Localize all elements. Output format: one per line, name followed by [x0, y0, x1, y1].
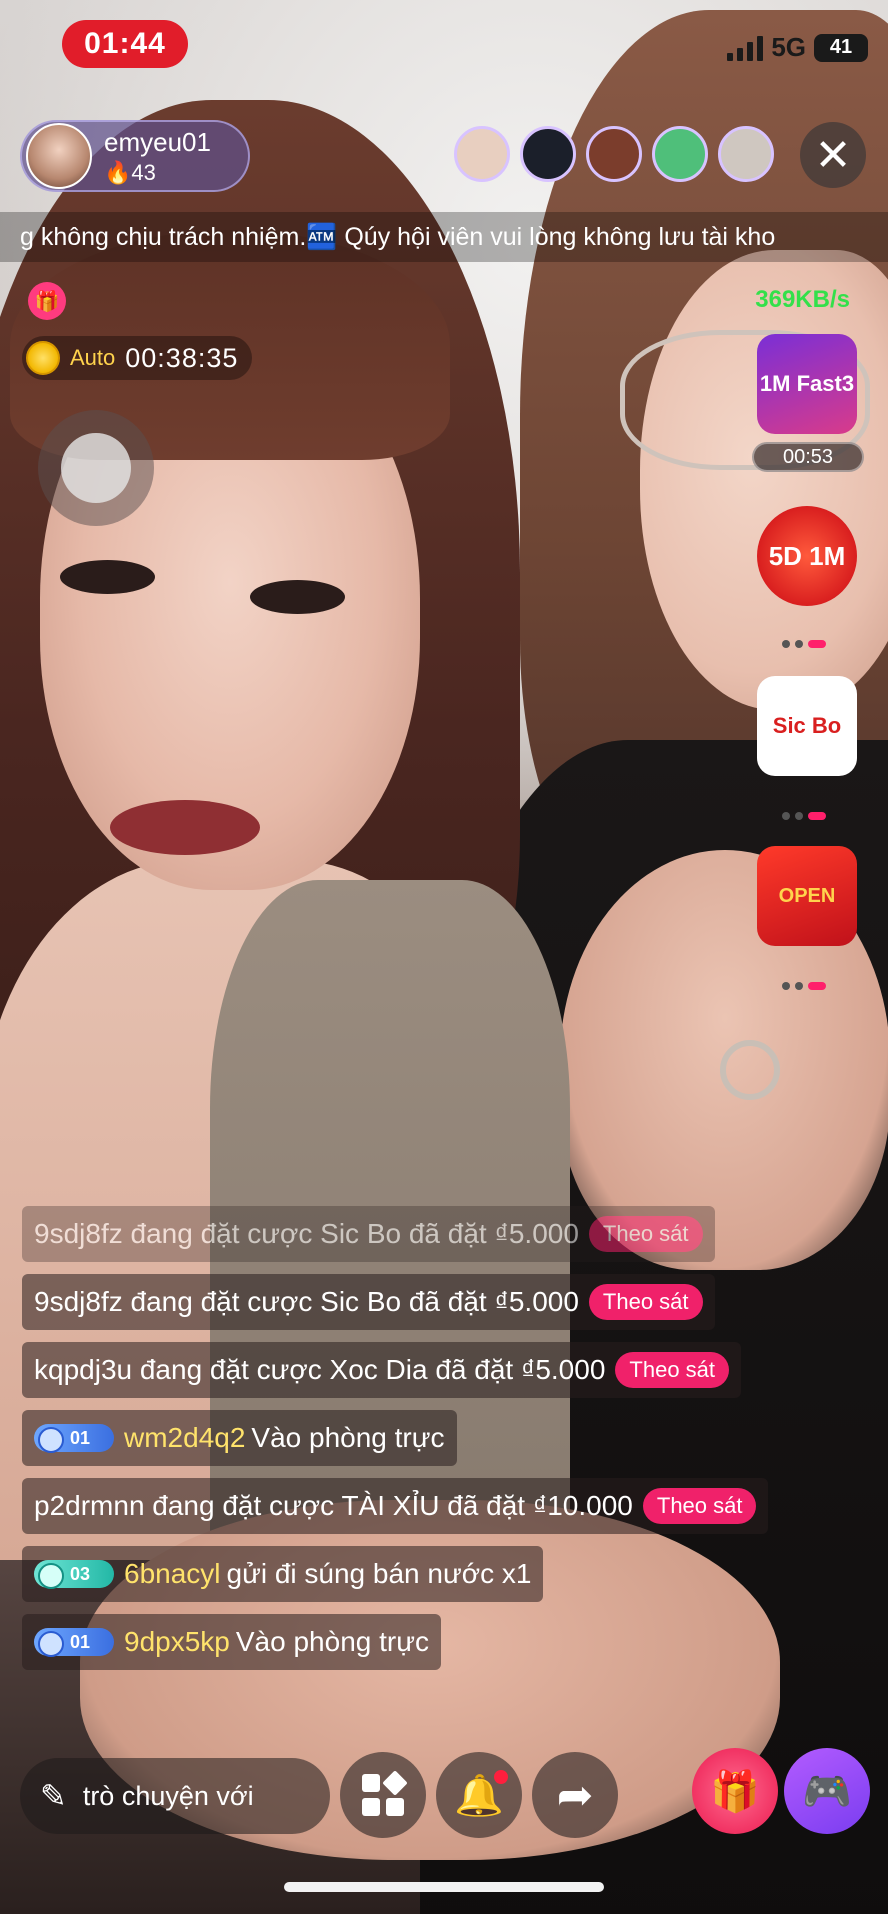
network-speed: 369KB/s [755, 286, 850, 313]
status-indicators: 5G 41 [727, 32, 868, 63]
viewer-avatar[interactable] [454, 126, 510, 182]
chat-message: 9sdj8fz đang đặt cược Sic Bo đã đặt ₫5.0… [22, 1206, 715, 1262]
gift-box-icon[interactable]: 🎁 [28, 282, 66, 320]
bell-icon: 🔔 [454, 1769, 508, 1819]
share-arrow-icon: ➦ [556, 1770, 594, 1820]
level-badge: 03 [34, 1560, 114, 1589]
chat-feed: 9sdj8fz đang đặt cược Sic Bo đã đặt ₫5.0… [22, 1206, 769, 1670]
chat-username[interactable]: 6bnacyl [124, 1558, 221, 1590]
close-button[interactable]: ✕ [800, 122, 866, 188]
chat-text: 9sdj8fz đang đặt cược Sic Bo đã đặt ₫5.0… [34, 1218, 579, 1249]
announcement-marquee: g không chịu trách nhiệm.🏧 Qúy hội viên … [0, 212, 888, 262]
auto-timer[interactable]: Auto 00:38:35 [22, 336, 253, 380]
apps-grid-icon [362, 1770, 408, 1816]
game-fast3[interactable]: 1M Fast3 [757, 334, 857, 434]
viewer-avatar[interactable] [652, 126, 708, 182]
assistive-touch-icon [61, 433, 131, 503]
follow-bet-button[interactable]: Theo sát [615, 1352, 730, 1388]
chat-username[interactable]: 9dpx5kp [124, 1626, 230, 1658]
left-eye [60, 560, 155, 594]
carousel-dots [782, 982, 826, 990]
viewer-avatars [454, 126, 774, 182]
host-avatar[interactable] [26, 123, 92, 189]
carousel-dots [782, 640, 826, 648]
home-indicator[interactable] [284, 1882, 604, 1892]
chat-message: kqpdj3u đang đặt cược Xoc Dia đã đặt ₫5.… [22, 1342, 742, 1398]
auto-label: Auto [70, 345, 116, 370]
share-button[interactable]: ➦ [532, 1752, 618, 1838]
auto-countdown: 00:38:35 [125, 342, 239, 373]
chat-message: 03 6bnacyl gửi đi súng bán nước x1 [22, 1546, 544, 1602]
chat-text: 9sdj8fz đang đặt cược Sic Bo đã đặt ₫5.0… [34, 1286, 579, 1317]
viewer-avatar[interactable] [718, 126, 774, 182]
chat-message: p2drmnn đang đặt cược TÀI XỈU đã đặt ₫10… [22, 1478, 769, 1534]
chat-message: 01 wm2d4q2 Vào phòng trực [22, 1410, 457, 1466]
game-fast3-timer: 00:53 [752, 442, 864, 472]
chat-input-placeholder: trò chuyện với [82, 1780, 254, 1811]
chat-text: gửi đi súng bán nước x1 [226, 1558, 532, 1589]
chat-text: Vào phòng trực [251, 1422, 445, 1453]
status-time: 01:44 [62, 20, 188, 68]
notification-button[interactable]: 🔔 [436, 1752, 522, 1838]
host-chip[interactable]: emyeu01 🔥43 [20, 120, 250, 192]
apps-button[interactable] [340, 1752, 426, 1838]
game-fast3-label: 1M Fast3 [759, 371, 855, 396]
follow-bet-button[interactable]: Theo sát [642, 1488, 757, 1524]
red-envelope[interactable]: OPEN [757, 846, 857, 946]
game-5d[interactable]: 5D 1M [757, 506, 857, 606]
chat-text: Vào phòng trực [235, 1626, 429, 1657]
level-badge: 01 [34, 1628, 114, 1657]
follow-bet-button[interactable]: Theo sát [588, 1284, 703, 1320]
viewer-avatar[interactable] [520, 126, 576, 182]
host-info: emyeu01 🔥43 [104, 127, 211, 186]
right-eye [250, 580, 345, 614]
host-name: emyeu01 [104, 126, 211, 157]
viewer-avatar[interactable] [586, 126, 642, 182]
follow-bet-button[interactable]: Theo sát [588, 1216, 703, 1252]
game-controller-button[interactable]: 🎮 [784, 1748, 870, 1834]
red-envelope-label: OPEN [778, 885, 836, 907]
chat-input[interactable]: ✎ trò chuyện với [20, 1758, 330, 1834]
battery-icon: 41 [814, 33, 868, 62]
chat-text: kqpdj3u đang đặt cược Xoc Dia đã đặt ₫5.… [34, 1354, 606, 1385]
gift-button[interactable]: 🎁 [692, 1748, 778, 1834]
streamer-right-face [640, 250, 888, 710]
game-sicbo-label: Sic Bo [772, 713, 842, 738]
chat-message: 9sdj8fz đang đặt cược Sic Bo đã đặt ₫5.0… [22, 1274, 715, 1330]
game-controller-icon: 🎮 [802, 1769, 852, 1814]
floating-assistive-button[interactable] [38, 410, 154, 526]
game-5d-label: 5D 1M [768, 541, 846, 571]
chat-message: 01 9dpx5kp Vào phòng trực [22, 1614, 441, 1670]
game-sicbo[interactable]: Sic Bo [757, 676, 857, 776]
level-badge: 01 [34, 1424, 114, 1453]
carousel-dots [782, 812, 826, 820]
gift-icon: 🎁 [710, 1769, 760, 1814]
host-score: 🔥43 [104, 159, 156, 185]
chat-username[interactable]: wm2d4q2 [124, 1422, 245, 1454]
network-type: 5G [771, 32, 806, 62]
lips [110, 800, 260, 855]
notification-dot [493, 1769, 508, 1784]
coin-icon [26, 341, 60, 375]
pen-icon: ✎ [40, 1778, 67, 1814]
chat-text: p2drmnn đang đặt cược TÀI XỈU đã đặt ₫10… [34, 1490, 633, 1521]
necklace-ring [720, 1040, 780, 1100]
signal-icon [727, 35, 764, 61]
marquee-text: g không chịu trách nhiệm.🏧 Qúy hội viên … [20, 222, 776, 251]
